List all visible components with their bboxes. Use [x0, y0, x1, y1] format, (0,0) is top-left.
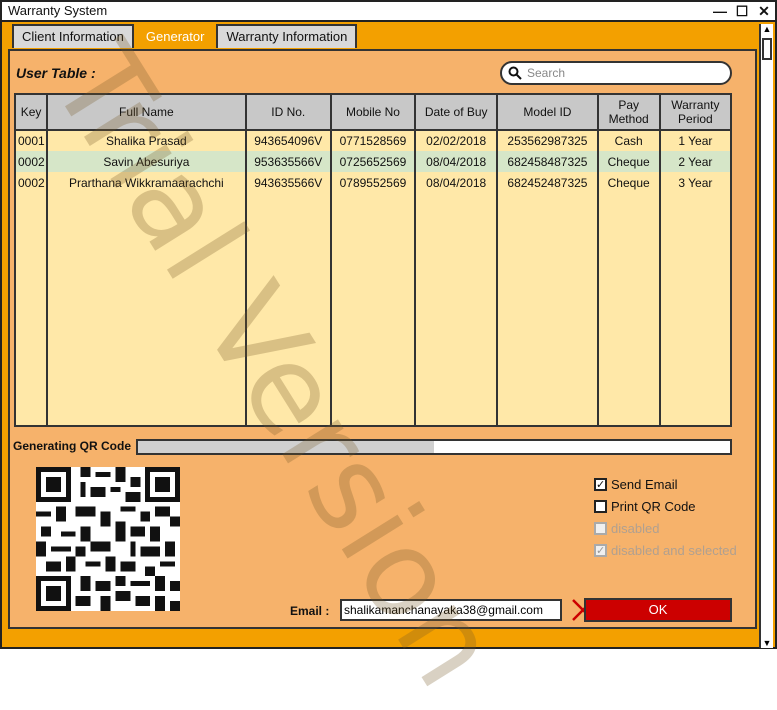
- print-qr-code-checkbox[interactable]: Print QR Code: [594, 495, 737, 517]
- app-window: Warranty System — ☐ ✕ Client Information…: [0, 0, 777, 710]
- disabled-checkbox: disabled: [594, 517, 737, 539]
- cell-mobile: 0771528569: [329, 130, 417, 151]
- disabled-selected-checkbox: ✓ disabled and selected: [594, 539, 737, 561]
- cell-model-id: 682452487325: [496, 172, 599, 193]
- user-table-label: User Table :: [16, 65, 96, 81]
- search-input[interactable]: [525, 65, 715, 81]
- ok-button[interactable]: OK: [584, 598, 732, 622]
- cell-pay-method: Cash: [596, 130, 661, 151]
- cell-pay-method: Cheque: [596, 151, 661, 172]
- email-label: Email :: [290, 604, 330, 618]
- column-header[interactable]: Warranty Period: [658, 93, 733, 131]
- tab-warranty-information[interactable]: Warranty Information: [216, 24, 358, 48]
- maximize-icon[interactable]: ☐: [735, 2, 749, 20]
- disabled-label: disabled: [611, 520, 660, 536]
- checkbox-empty-icon: [594, 521, 607, 535]
- column-header[interactable]: Pay Method: [596, 93, 661, 131]
- cell-model-id: 253562987325: [496, 130, 599, 151]
- generator-panel: User Table : Key Full Name ID No. Mobile…: [8, 49, 757, 629]
- column-header[interactable]: ID No.: [244, 93, 332, 131]
- window-controls: — ☐ ✕: [713, 2, 771, 20]
- cell-warranty-period: 2 Year: [658, 151, 733, 172]
- title-bar: Warranty System — ☐ ✕: [2, 2, 775, 22]
- cell-mobile: 0725652569: [329, 151, 417, 172]
- table-row[interactable]: 0002 Savin Abesuriya 953635566V 07256525…: [13, 151, 733, 172]
- options-group: ✓ Send Email Print QR Code disabled ✓ di…: [594, 473, 737, 561]
- checkbox-checked-icon[interactable]: ✓: [594, 477, 607, 491]
- cell-full-name: Prarthana Wikkramaarachchi: [46, 172, 247, 193]
- email-field[interactable]: [340, 599, 562, 621]
- cell-warranty-period: 3 Year: [658, 172, 733, 193]
- cell-key: 0001: [13, 130, 49, 151]
- scroll-down-icon[interactable]: ▼: [761, 638, 773, 648]
- close-icon[interactable]: ✕: [757, 2, 771, 20]
- cell-key: 0002: [13, 151, 49, 172]
- disabled-selected-label: disabled and selected: [611, 542, 737, 558]
- qr-progress-fill: [138, 441, 434, 453]
- checkbox-checked-icon: ✓: [594, 543, 607, 557]
- cell-full-name: Savin Abesuriya: [46, 151, 247, 172]
- column-header[interactable]: Date of Buy: [414, 93, 499, 131]
- scroll-up-icon[interactable]: ▲: [761, 24, 773, 34]
- cell-date-of-buy: 08/04/2018: [414, 151, 499, 172]
- cell-date-of-buy: 08/04/2018: [414, 172, 499, 193]
- vertical-scrollbar[interactable]: ▲ ▼: [759, 24, 773, 648]
- table-empty-area: [13, 193, 733, 426]
- cell-full-name: Shalika Prasad: [46, 130, 247, 151]
- cell-key: 0002: [13, 172, 49, 193]
- tab-client-information[interactable]: Client Information: [12, 24, 134, 48]
- search-icon: [508, 66, 522, 80]
- checkbox-empty-icon[interactable]: [594, 499, 607, 513]
- scroll-thumb[interactable]: [762, 38, 772, 60]
- qr-progress-label: Generating QR Code: [13, 439, 132, 453]
- cell-model-id: 682458487325: [496, 151, 599, 172]
- user-table: Key Full Name ID No. Mobile No Date of B…: [13, 93, 733, 427]
- table-row[interactable]: 0002 Prarthana Wikkramaarachchi 94363556…: [13, 172, 733, 193]
- cell-id-no: 943635566V: [244, 172, 332, 193]
- cell-date-of-buy: 02/02/2018: [414, 130, 499, 151]
- cell-pay-method: Cheque: [596, 172, 661, 193]
- table-header: Key Full Name ID No. Mobile No Date of B…: [13, 93, 733, 131]
- qr-code-image: [36, 467, 180, 611]
- print-qr-code-label: Print QR Code: [611, 498, 696, 514]
- table-row[interactable]: 0001 Shalika Prasad 943654096V 077152856…: [13, 130, 733, 151]
- window-title: Warranty System: [8, 3, 108, 18]
- column-header[interactable]: Mobile No: [329, 93, 417, 131]
- send-email-label: Send Email: [611, 476, 678, 492]
- search-box[interactable]: [500, 61, 732, 85]
- column-header[interactable]: Model ID: [496, 93, 599, 131]
- cell-warranty-period: 1 Year: [658, 130, 733, 151]
- tab-generator[interactable]: Generator: [135, 24, 215, 48]
- cell-mobile: 0789552569: [329, 172, 417, 193]
- qr-progress-bar: [136, 439, 732, 455]
- minimize-icon[interactable]: —: [713, 2, 727, 20]
- column-header[interactable]: Full Name: [46, 93, 247, 131]
- column-header[interactable]: Key: [13, 93, 49, 131]
- cell-id-no: 943654096V: [244, 130, 332, 151]
- cell-id-no: 953635566V: [244, 151, 332, 172]
- send-email-checkbox[interactable]: ✓ Send Email: [594, 473, 737, 495]
- tab-bar: Client Information Generator Warranty In…: [12, 24, 359, 50]
